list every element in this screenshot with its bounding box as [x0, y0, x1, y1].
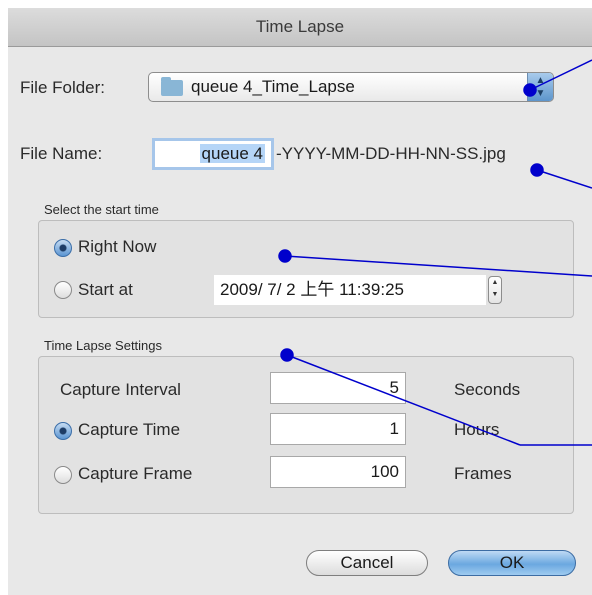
callout-dot-settings — [280, 348, 294, 362]
callout-line-settings — [286, 354, 521, 446]
callout-dot-filename — [530, 163, 544, 177]
annotation-callouts — [278, 59, 592, 446]
callout-dot-folder — [523, 83, 537, 97]
callout-line-folder — [529, 59, 592, 91]
callout-line-filename — [536, 169, 592, 189]
callout-dot-starttime — [278, 249, 292, 263]
callout-line-starttime — [284, 255, 592, 277]
